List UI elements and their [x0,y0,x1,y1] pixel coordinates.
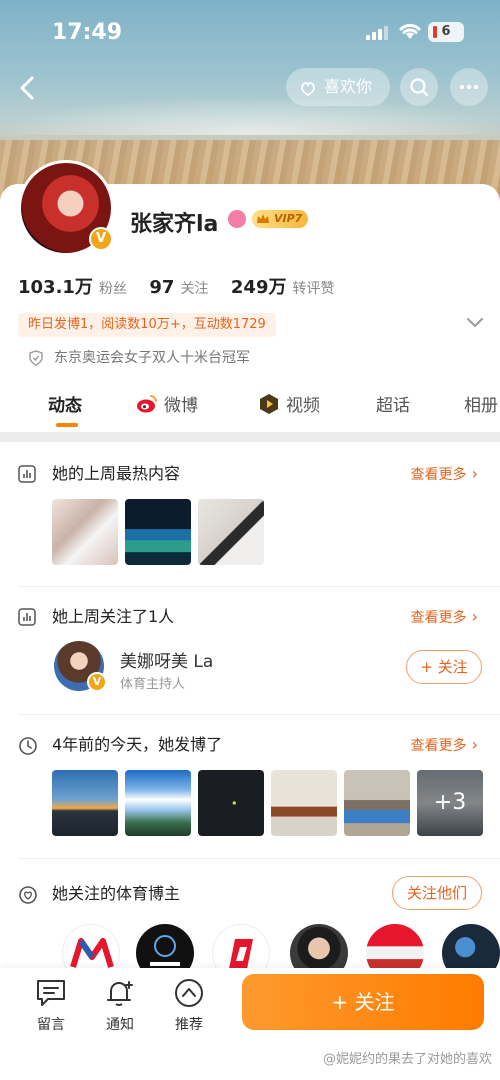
signal-icon [366,26,388,40]
stat-label: 关注 [180,281,209,297]
message-icon [37,980,65,1006]
followed-user-desc: 体育主持人 [120,677,186,692]
like-you-label: 喜欢你 [324,77,373,96]
profile-stats: 103.1万 粉丝 97 关注 249万 转评赞 [18,273,352,299]
memory-thumb-2[interactable] [125,770,191,836]
tab-label: 视频 [286,396,320,416]
memory-thumb-1[interactable] [52,770,118,836]
shield-icon [29,350,43,366]
stat-label: 转评赞 [292,281,335,297]
more-photos-count: +3 [417,770,483,836]
stat-likes[interactable]: 249万 转评赞 [231,273,335,299]
memory-thumb-4[interactable] [271,770,337,836]
top-bar: 喜欢你 [0,68,500,108]
memory-thumb-6[interactable]: +3 [417,770,483,836]
notify-button[interactable]: 通知 [95,976,145,1034]
vip-label: VIP7 [274,212,303,225]
stat-following[interactable]: 97 关注 [149,277,208,298]
video-play-icon [260,394,278,414]
hot-thumb-1[interactable] [52,499,118,565]
followed-user-avatar[interactable]: V [54,641,107,692]
verified-badge: V [89,227,113,251]
bell-icon [107,981,133,1006]
stat-value: 97 [149,277,175,298]
crown-icon [257,214,269,223]
search-icon [410,78,429,97]
hand-heart-icon [301,82,315,97]
weibo-icon [137,395,157,413]
follow-them-button[interactable]: 关注他们 [392,876,482,910]
tab-video[interactable]: 视频 [258,391,320,416]
memory-thumb-5[interactable] [344,770,410,836]
tab-feed[interactable]: 动态 [48,391,82,416]
vip-badge[interactable]: VIP7 [252,210,309,228]
watermark-text: @妮妮约的果去了对她的喜欢 [322,1052,492,1067]
wifi-icon [398,22,422,40]
active-tab-indicator [56,423,78,427]
recommend-icon [175,979,203,1007]
section-title: 她上周关注了1人 [52,607,175,626]
hot-see-more-link[interactable]: 查看更多 [411,462,478,486]
main-follow-button[interactable]: + 关注 [242,974,484,1030]
section-divider [18,586,500,587]
profile-tabs: 动态 微博 视频 超话 相册 [0,383,500,431]
hot-content-title: 她的上周最热内容 [18,462,180,486]
profile-name: 张家齐la [130,212,219,237]
hot-thumb-3[interactable] [198,499,264,565]
memory-title: 4年前的今天，她发博了 [18,733,222,757]
status-bar: 17:49 6 [0,18,500,48]
clock-icon [19,737,37,755]
section-title: 她关注的体育博主 [52,884,181,903]
more-dots-icon [459,84,479,90]
stat-fans[interactable]: 103.1万 粉丝 [18,273,127,299]
heart-circle-icon [19,886,37,904]
bottom-label: 通知 [106,1017,134,1033]
back-button[interactable] [12,72,44,104]
back-arrow-icon [20,76,34,100]
tab-supertopic[interactable]: 超话 [376,391,410,416]
recommend-button[interactable]: 推荐 [164,976,214,1034]
follow-user-button[interactable]: + 关注 [406,650,482,684]
tab-album[interactable]: 相册 [464,391,498,416]
stat-value: 249万 [230,277,287,298]
stat-label: 粉丝 [98,281,127,297]
stat-value: 103.1万 [18,277,93,298]
bottom-label: 留言 [37,1017,65,1033]
memory-thumb-3[interactable] [198,770,264,836]
bottom-label: 推荐 [175,1017,203,1033]
section-divider [18,858,500,859]
fan-club-icon[interactable] [228,210,246,228]
memory-see-more-link[interactable]: 查看更多 [411,733,478,757]
bottom-action-bar: 留言 通知 推荐 + 关注 @妮妮约的果去了对她的喜欢 [0,968,500,1080]
section-title: 4年前的今天，她发博了 [52,735,223,754]
search-button[interactable] [400,68,438,106]
honor-line: 东京奥运会女子双人十米台冠军 [28,348,250,368]
tab-label: 微博 [164,396,198,416]
tab-weibo[interactable]: 微博 [136,391,198,416]
followed-title: 她上周关注了1人 [18,605,174,629]
status-time: 17:49 [52,20,123,45]
section-title: 她的上周最热内容 [52,464,181,483]
like-you-button[interactable]: 喜欢你 [286,68,390,106]
activity-summary[interactable]: 昨日发博1，阅读数10万+，互动数1729 [18,313,276,337]
section-separator [0,432,500,442]
bar-chart-icon [18,465,36,483]
followed-see-more-link[interactable]: 查看更多 [411,605,478,629]
hot-thumb-2[interactable] [125,499,191,565]
bar-chart-icon [18,608,36,626]
message-button[interactable]: 留言 [26,976,76,1034]
bloggers-title: 她关注的体育博主 [18,882,180,906]
verified-badge: V [87,672,107,692]
chevron-down-icon[interactable] [466,316,484,330]
more-options-button[interactable] [450,68,488,106]
battery-icon: 6 [428,22,464,42]
honor-text: 东京奥运会女子双人十米台冠军 [54,350,250,366]
avatar[interactable]: V [18,160,114,256]
followed-user-name[interactable]: 美娜呀美 La [120,647,213,672]
section-divider [18,714,500,715]
